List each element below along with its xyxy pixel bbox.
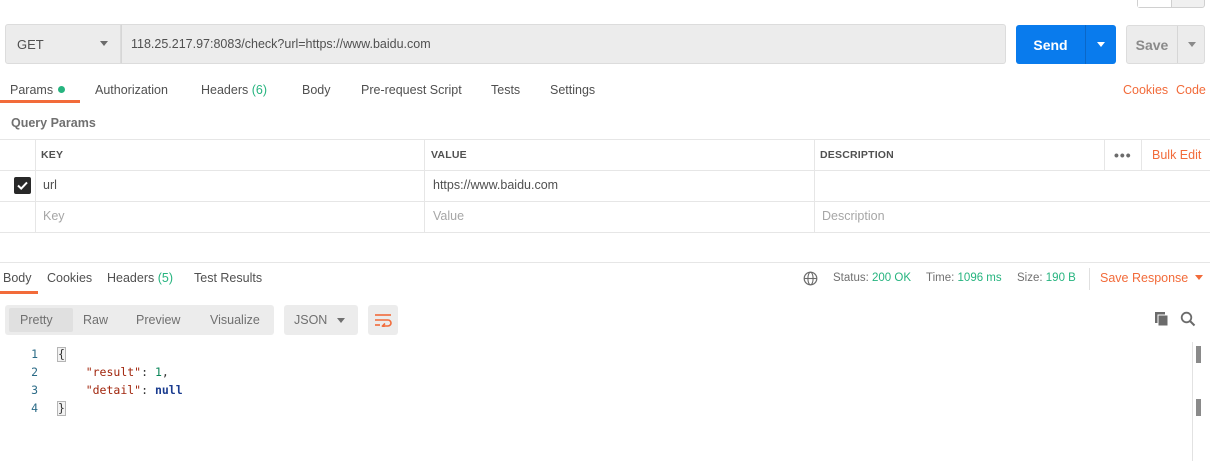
view-raw[interactable]: Raw — [83, 305, 108, 335]
chevron-down-icon — [1187, 42, 1196, 47]
tab-params[interactable]: Params — [10, 83, 66, 97]
code-line-3: "detail": null — [85, 383, 183, 397]
view-preview[interactable]: Preview — [136, 305, 180, 335]
url-input[interactable]: 118.25.217.97:8083/check?url=https://www… — [121, 24, 1006, 64]
bulk-edit-link[interactable]: Bulk Edit — [1152, 148, 1201, 162]
globe-icon[interactable] — [803, 271, 818, 289]
response-tab-headers[interactable]: Headers (5) — [107, 271, 173, 285]
key-placeholder[interactable]: Key — [43, 209, 65, 223]
send-options-button[interactable] — [1086, 25, 1116, 64]
tab-label: Params — [10, 83, 54, 97]
chevron-down-icon — [1097, 42, 1105, 47]
time-value: 1096 ms — [957, 272, 1002, 284]
save-button[interactable]: Save — [1127, 26, 1177, 63]
line-number: 3 — [31, 383, 38, 397]
tab-label: Headers — [107, 271, 155, 285]
value-placeholder[interactable]: Value — [433, 209, 464, 223]
tab-authorization[interactable]: Authorization — [95, 83, 168, 97]
view-pretty[interactable]: Pretty — [20, 305, 53, 335]
tab-label: Pre-request Script — [361, 83, 462, 97]
response-active-indicator — [0, 291, 38, 294]
send-button-group: Send — [1016, 25, 1116, 64]
response-tab-body[interactable]: Body — [3, 271, 32, 285]
method-select[interactable]: GET — [5, 24, 121, 64]
param-key[interactable]: url — [43, 178, 57, 192]
size-label: Size: — [1017, 272, 1043, 284]
chevron-down-icon — [337, 318, 345, 323]
size-value: 190 B — [1045, 272, 1076, 284]
tab-label: Body — [302, 83, 331, 97]
status-value: 200 OK — [872, 272, 912, 284]
json-key-detail: "detail" — [85, 383, 142, 397]
editor-scrollbar-track[interactable] — [1192, 342, 1193, 461]
column-header-value: VALUE — [431, 149, 467, 161]
status-indicator: Status: 200 OK — [833, 272, 911, 284]
response-tab-cookies[interactable]: Cookies — [47, 271, 92, 285]
tab-label: Headers — [201, 83, 249, 97]
time-indicator: Time: 1096 ms — [926, 272, 1002, 284]
column-header-description: DESCRIPTION — [820, 149, 894, 161]
wrap-lines-icon — [375, 314, 392, 327]
code-line-1: { — [57, 347, 66, 362]
wrap-lines-button[interactable] — [368, 305, 398, 335]
params-active-dot — [58, 86, 66, 93]
json-value-detail: null — [154, 383, 183, 397]
method-label: GET — [17, 36, 44, 52]
save-options-button[interactable] — [1178, 26, 1205, 63]
code-link[interactable]: Code — [1176, 83, 1206, 97]
format-label: JSON — [294, 313, 328, 327]
cookies-link[interactable]: Cookies — [1123, 83, 1168, 97]
tab-headers[interactable]: Headers (6) — [201, 83, 267, 97]
json-key-result: "result" — [85, 365, 142, 379]
code-line-4: } — [57, 401, 66, 416]
tab-body[interactable]: Body — [302, 83, 331, 97]
headers-count: (5) — [157, 271, 174, 285]
code-line-2: "result": 1, — [85, 365, 169, 379]
tab-settings[interactable]: Settings — [550, 83, 595, 97]
size-indicator: Size: 190 B — [1017, 272, 1076, 284]
save-response-label: Save Response — [1100, 271, 1189, 285]
scrollbar-marker — [1196, 346, 1201, 363]
line-number: 1 — [31, 347, 38, 361]
view-mode-switcher: Pretty Raw Preview Visualize — [5, 305, 274, 335]
time-label: Time: — [926, 272, 955, 284]
column-header-key: KEY — [41, 149, 64, 161]
scrollbar-marker — [1196, 399, 1201, 416]
search-icon[interactable] — [1180, 311, 1196, 330]
checkbox-checked-icon[interactable] — [14, 177, 31, 194]
layout-toggle[interactable] — [1137, 0, 1205, 8]
tab-label: Authorization — [95, 83, 168, 97]
format-select[interactable]: JSON — [284, 305, 358, 335]
chevron-down-icon — [1195, 275, 1204, 280]
description-placeholder[interactable]: Description — [822, 209, 885, 223]
headers-count: (6) — [251, 83, 268, 97]
json-close-brace: } — [57, 401, 66, 416]
view-visualize[interactable]: Visualize — [210, 305, 260, 335]
json-value-result: 1 — [154, 365, 162, 379]
save-button-group: Save — [1126, 25, 1205, 64]
line-number: 4 — [31, 401, 38, 415]
chevron-down-icon — [100, 41, 108, 46]
send-button[interactable]: Send — [1016, 25, 1085, 64]
active-tab-indicator — [0, 100, 80, 103]
tab-pre-request-script[interactable]: Pre-request Script — [361, 83, 462, 97]
param-value[interactable]: https://www.baidu.com — [433, 178, 558, 192]
tab-label: Settings — [550, 83, 596, 97]
tab-label: Tests — [491, 83, 521, 97]
json-open-brace: { — [57, 347, 66, 362]
copy-icon[interactable] — [1154, 311, 1170, 330]
tab-tests[interactable]: Tests — [491, 83, 520, 97]
line-number: 2 — [31, 365, 38, 379]
more-icon[interactable]: ••• — [1114, 147, 1132, 163]
status-label: Status: — [833, 272, 869, 284]
response-tab-test-results[interactable]: Test Results — [194, 271, 262, 285]
query-params-title: Query Params — [11, 116, 96, 130]
save-response-button[interactable]: Save Response — [1100, 271, 1204, 285]
url-text: 118.25.217.97:8083/check?url=https://www… — [131, 37, 431, 51]
